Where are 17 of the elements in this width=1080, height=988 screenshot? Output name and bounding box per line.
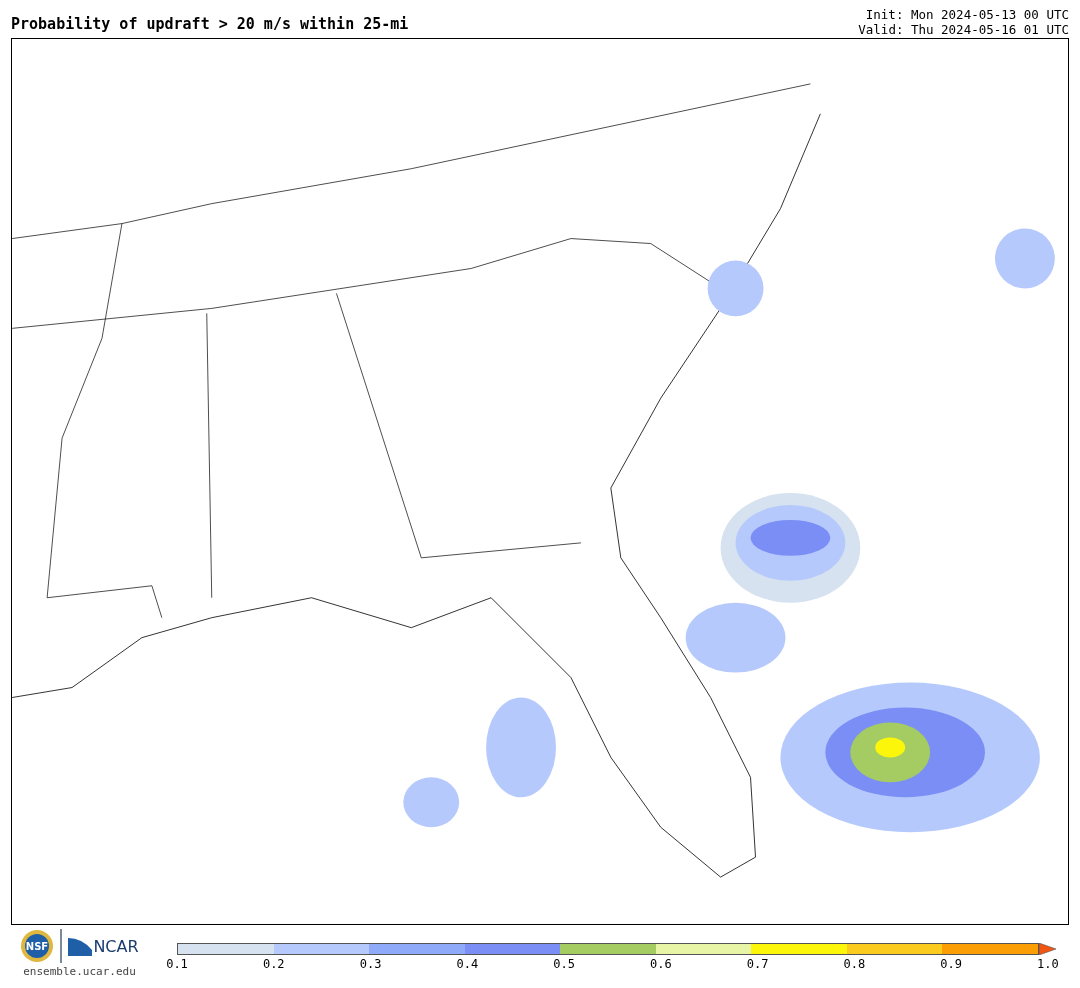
ncar-logo-text: NCAR: [93, 936, 139, 956]
map-title: Probability of updraft > 20 m/s within 25-mi: [11, 15, 409, 35]
colorbar-tick-label: 0.6: [649, 957, 673, 971]
colorbar-tick-label: 0.7: [745, 957, 770, 971]
nsf-logo: NSF: [20, 929, 55, 963]
colorbar-tick-label: 0.4: [455, 957, 480, 971]
colorbar-tick-label: 0.5: [552, 957, 576, 971]
colorbar-tick-label: 0.1: [165, 957, 189, 971]
init-time: Init: Mon 2024-05-13 00 UTC: [865, 7, 1069, 22]
colorbar-tick-label: 0.3: [358, 957, 383, 971]
valid-time: Valid: Thu 2024-05-16 01 UTC: [858, 22, 1069, 37]
colorbar-tick-label: 0.2: [261, 957, 286, 971]
ncar-logo-icon: [68, 936, 93, 956]
website-text: ensemble.ucar.edu: [23, 965, 136, 978]
colorbar-tick-label: 1.0: [1036, 957, 1060, 971]
colorbar-tick-label: 0.8: [842, 957, 867, 971]
colorbar-tick-label: 0.9: [939, 957, 963, 971]
